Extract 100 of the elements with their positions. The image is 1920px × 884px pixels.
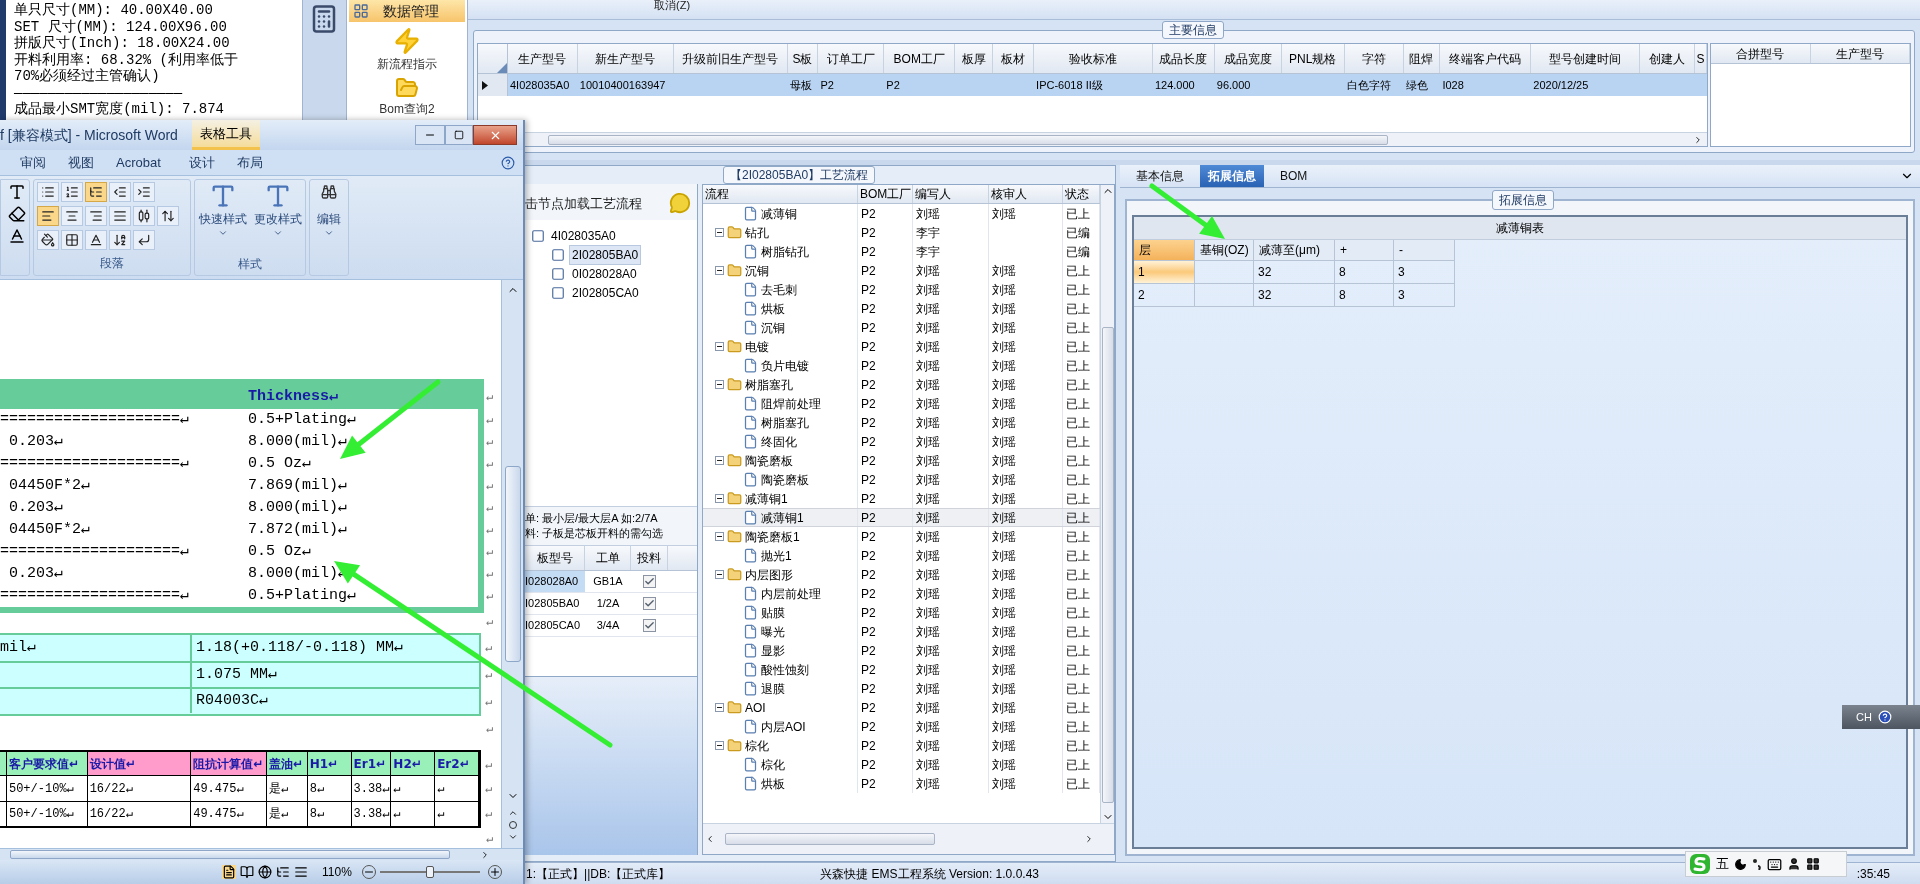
tree-item[interactable]: 4I028035A0 <box>549 226 618 245</box>
flow-row[interactable]: 内层AOI P2 刘瑶 刘瑶 已上 <box>703 717 1100 736</box>
eraser-icon[interactable] <box>8 205 26 223</box>
flow-row[interactable]: 阻焊前处理 P2 刘瑶 刘瑶 已上 <box>703 394 1100 413</box>
ribbon-tab[interactable]: Acrobat <box>116 152 161 173</box>
zoom-level[interactable]: 110% <box>322 863 352 881</box>
column-header[interactable]: 成品长度 <box>1159 49 1208 68</box>
style-button[interactable]: 快速样式 <box>198 182 247 238</box>
flow-row[interactable]: 烘板 P2 刘瑶 刘瑶 已上 <box>703 299 1100 318</box>
column-header[interactable]: 新生产型号 <box>595 49 656 68</box>
flow-row[interactable]: 抛光1 P2 刘瑶 刘瑶 已上 <box>703 546 1100 565</box>
column-header[interactable]: S <box>1696 49 1705 68</box>
flow-row[interactable]: 棕化 P2 刘瑶 刘瑶 已上 <box>703 736 1100 755</box>
collapse-icon[interactable] <box>715 380 724 389</box>
flow-row[interactable]: 树脂钻孔 P2 李宇 已编 <box>703 242 1100 261</box>
column-header[interactable]: 订单工厂 <box>826 49 875 68</box>
return-mark-button[interactable] <box>133 230 155 250</box>
distribute-button[interactable] <box>133 206 155 226</box>
flow-row[interactable]: 钻孔 P2 李宇 已编 <box>703 223 1100 242</box>
column-header[interactable]: PNL规格 <box>1289 49 1337 68</box>
language-label[interactable]: CH <box>1856 708 1872 726</box>
scrollbar-thumb[interactable] <box>548 134 1388 145</box>
reading-layout-icon[interactable] <box>240 865 254 879</box>
line-spacing-button[interactable] <box>157 206 179 226</box>
collapse-icon[interactable] <box>715 741 724 750</box>
column-header[interactable]: 成品宽度 <box>1223 49 1272 68</box>
input-mode[interactable]: 五 <box>1716 854 1729 874</box>
nav-header[interactable]: 数据管理 <box>348 0 465 22</box>
table-row[interactable]: 4I028035A0 10010400163947 母板 P2 P2 IPC-6018 II级 124.000 96.000 白色字符 绿色 I028 2020/12/25 <box>478 74 1707 96</box>
checkbox[interactable] <box>643 619 656 632</box>
moon-icon[interactable] <box>1734 857 1747 871</box>
nav-item[interactable]: 新流程指示 <box>376 57 437 71</box>
ribbon-tab[interactable]: 布局 <box>236 152 263 173</box>
flow-row[interactable]: 陶瓷磨板 P2 刘瑶 刘瑶 已上 <box>703 470 1100 489</box>
flow-row[interactable]: 减薄铜 P2 刘瑶 刘瑶 已上 <box>703 204 1100 223</box>
align-right-button[interactable] <box>85 206 107 226</box>
flow-row[interactable]: 终固化 P2 刘瑶 刘瑶 已上 <box>703 432 1100 451</box>
style-button[interactable]: 更改样式 <box>253 182 302 238</box>
column-header[interactable]: 层 <box>1139 241 1151 259</box>
web-layout-icon[interactable] <box>258 865 272 879</box>
column-header[interactable]: S板 <box>792 49 813 68</box>
help-icon[interactable] <box>501 155 515 170</box>
text-baseline-button[interactable] <box>85 230 107 250</box>
ribbon-tab[interactable]: 审阅 <box>20 152 46 173</box>
flow-row[interactable]: 酸性蚀刻 P2 刘瑶 刘瑶 已上 <box>703 660 1100 679</box>
input-method-logo[interactable] <box>1689 853 1711 875</box>
collapse-icon[interactable] <box>715 266 724 275</box>
column-header[interactable]: BOM工厂 <box>893 49 945 68</box>
flow-row[interactable]: 树脂塞孔 P2 刘瑶 刘瑶 已上 <box>703 413 1100 432</box>
scrollbar-thumb[interactable] <box>10 850 450 859</box>
column-header[interactable]: 板材 <box>1001 49 1026 68</box>
flow-row[interactable]: 沉铜 P2 刘瑶 刘瑶 已上 <box>703 318 1100 337</box>
align-center-button[interactable] <box>61 206 83 226</box>
tree-item[interactable]: 0I028028A0 <box>569 263 640 284</box>
column-header[interactable]: 生产型号 <box>518 49 567 68</box>
text-style-icon[interactable] <box>8 183 26 201</box>
indent-button[interactable] <box>133 182 155 202</box>
row-header-cell[interactable]: 2 <box>1134 284 1195 307</box>
ribbon-tab[interactable]: 视图 <box>68 152 94 173</box>
scroll-left-icon[interactable] <box>705 834 715 844</box>
flow-row[interactable]: 烘板 P2 刘瑶 刘瑶 已上 <box>703 774 1100 793</box>
flow-row[interactable]: 陶瓷磨板 P2 刘瑶 刘瑶 已上 <box>703 451 1100 470</box>
column-header[interactable]: - <box>1399 241 1403 259</box>
column-header[interactable]: 验收标准 <box>1069 49 1117 68</box>
flow-row[interactable]: 内层前处理 P2 刘瑶 刘瑶 已上 <box>703 584 1100 603</box>
align-left-button[interactable] <box>37 206 59 226</box>
borders-button[interactable] <box>61 230 83 250</box>
tab[interactable]: 拓展信息 <box>1200 165 1264 187</box>
column-header[interactable]: 状态 <box>1065 185 1089 203</box>
cancel-button[interactable]: 取消(Z) <box>654 0 691 11</box>
flow-row[interactable]: 陶瓷磨板1 P2 刘瑶 刘瑶 已上 <box>703 527 1100 546</box>
flow-row[interactable]: 贴膜 P2 刘瑶 刘瑶 已上 <box>703 603 1100 622</box>
ribbon-tab[interactable]: 设计 <box>188 152 215 173</box>
font-size-icon[interactable] <box>8 227 26 245</box>
flow-row[interactable]: 电镀 P2 刘瑶 刘瑶 已上 <box>703 337 1100 356</box>
language-bar[interactable]: CH <box>1842 705 1920 729</box>
column-header[interactable]: 创建人 <box>1649 49 1686 68</box>
user-icon[interactable] <box>1787 857 1801 871</box>
collapse-icon[interactable] <box>715 494 724 503</box>
column-header[interactable]: 编写人 <box>915 185 951 203</box>
column-header[interactable]: 生产型号 <box>1835 44 1884 63</box>
column-header[interactable]: 合拼型号 <box>1736 44 1785 63</box>
maximize-button[interactable] <box>445 125 473 145</box>
tab[interactable]: 基本信息 <box>1128 165 1192 187</box>
column-header[interactable]: 流程 <box>705 185 729 203</box>
table-cell[interactable]: I02805CA0 <box>525 615 585 636</box>
collapse-icon[interactable] <box>715 703 724 712</box>
punctuation-icon[interactable] <box>1752 858 1762 870</box>
tree-item[interactable]: 2I02805BA0 <box>569 244 642 265</box>
flow-row[interactable]: 退膜 P2 刘瑶 刘瑶 已上 <box>703 679 1100 698</box>
zoom-slider-thumb[interactable] <box>425 866 434 878</box>
checkbox[interactable] <box>643 597 656 610</box>
scrollbar-thumb[interactable] <box>725 833 935 845</box>
flow-row[interactable]: 去毛刺 P2 刘瑶 刘瑶 已上 <box>703 280 1100 299</box>
sort-button[interactable] <box>109 230 131 250</box>
column-header[interactable]: 型号创建时间 <box>1549 49 1622 68</box>
column-header[interactable]: 板型号 <box>536 549 573 567</box>
flow-row[interactable]: 显影 P2 刘瑶 刘瑶 已上 <box>703 641 1100 660</box>
scroll-right-icon[interactable] <box>480 849 490 860</box>
nav-item[interactable]: Bom查询2 <box>379 102 435 116</box>
